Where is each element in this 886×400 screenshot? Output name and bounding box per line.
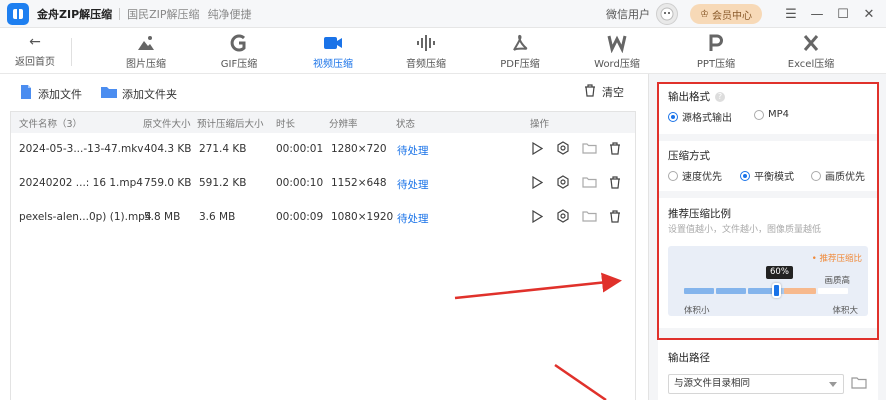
app-window: 金舟ZIP解压缩 国民ZIP解压缩 纯净便捷 微信用户 ♔ 会员中心 ☰ — ☐…	[0, 0, 886, 400]
annotation-arrow	[454, 272, 622, 300]
annotation-arrow	[554, 363, 607, 400]
annotation-arrows	[454, 272, 622, 400]
